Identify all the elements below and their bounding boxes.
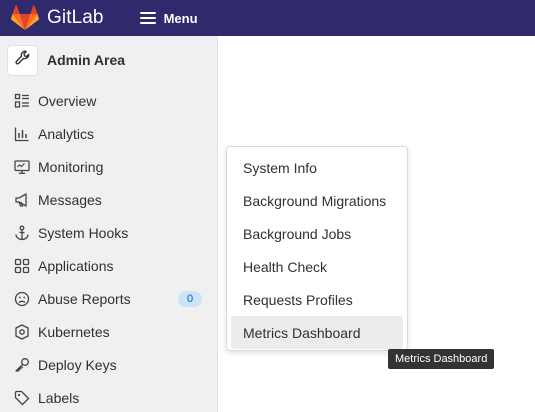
monitoring-flyout-menu: System Info Background Migrations Backgr…: [226, 146, 408, 351]
sidebar-item-analytics[interactable]: Analytics: [0, 117, 217, 150]
sidebar-item-label: System Hooks: [38, 224, 129, 241]
label-icon: [14, 390, 30, 406]
sidebar-item-system-hooks[interactable]: System Hooks: [0, 216, 217, 249]
sidebar-item-label: Messages: [38, 191, 102, 208]
sidebar-header[interactable]: Admin Area: [0, 36, 217, 84]
sidebar-item-abuse-reports[interactable]: Abuse Reports 0: [0, 282, 217, 315]
chart-icon: [14, 126, 30, 142]
sidebar-item-label: Overview: [38, 92, 97, 109]
sidebar-item-monitoring[interactable]: Monitoring: [0, 150, 217, 183]
gitlab-home-link[interactable]: GitLab: [11, 5, 104, 31]
admin-avatar: [7, 44, 38, 76]
sidebar-item-applications[interactable]: Applications: [0, 249, 217, 282]
flyout-item-system-info[interactable]: System Info: [231, 151, 403, 184]
sidebar-item-label: Deploy Keys: [38, 356, 117, 373]
flyout-item-health-check[interactable]: Health Check: [231, 250, 403, 283]
abuse-icon: [14, 291, 30, 307]
sidebar-item-kubernetes[interactable]: Kubernetes: [0, 315, 217, 348]
flyout-item-background-jobs[interactable]: Background Jobs: [231, 217, 403, 250]
kubernetes-icon: [14, 323, 30, 340]
metrics-dashboard-tooltip: Metrics Dashboard: [388, 349, 495, 369]
sidebar-item-messages[interactable]: Messages: [0, 183, 217, 216]
flyout-item-background-migrations[interactable]: Background Migrations: [231, 184, 403, 217]
admin-sidebar: Admin Area Overview Analytics Monitoring…: [0, 36, 218, 412]
key-icon: [14, 357, 30, 373]
sidebar-item-labels[interactable]: Labels: [0, 381, 217, 412]
apps-icon: [14, 258, 30, 274]
monitor-icon: [14, 159, 30, 175]
megaphone-icon: [14, 192, 30, 208]
sidebar-item-label: Monitoring: [38, 158, 104, 175]
wrench-icon: [14, 50, 31, 71]
anchor-icon: [14, 225, 30, 241]
sidebar-nav: Overview Analytics Monitoring Messages S…: [0, 84, 217, 412]
menu-label: Menu: [163, 10, 198, 26]
sidebar-item-label: Applications: [38, 257, 114, 274]
sidebar-item-label: Labels: [38, 389, 80, 406]
overview-icon: [14, 93, 30, 109]
sidebar-item-overview[interactable]: Overview: [0, 84, 217, 117]
flyout-item-metrics-dashboard[interactable]: Metrics Dashboard: [231, 316, 403, 349]
sidebar-item-label: Abuse Reports: [38, 290, 131, 307]
hamburger-icon: [139, 12, 156, 24]
top-navigation-bar: GitLab Menu: [0, 0, 535, 36]
gitlab-logo-icon: [11, 5, 39, 31]
flyout-item-requests-profiles[interactable]: Requests Profiles: [231, 283, 403, 316]
sidebar-item-label: Kubernetes: [38, 323, 110, 340]
abuse-reports-count-badge: 0: [178, 291, 202, 307]
sidebar-item-deploy-keys[interactable]: Deploy Keys: [0, 348, 217, 381]
brand-name: GitLab: [47, 7, 104, 28]
sidebar-item-label: Analytics: [38, 125, 95, 142]
sidebar-title: Admin Area: [47, 52, 126, 68]
menu-button[interactable]: Menu: [136, 4, 202, 32]
